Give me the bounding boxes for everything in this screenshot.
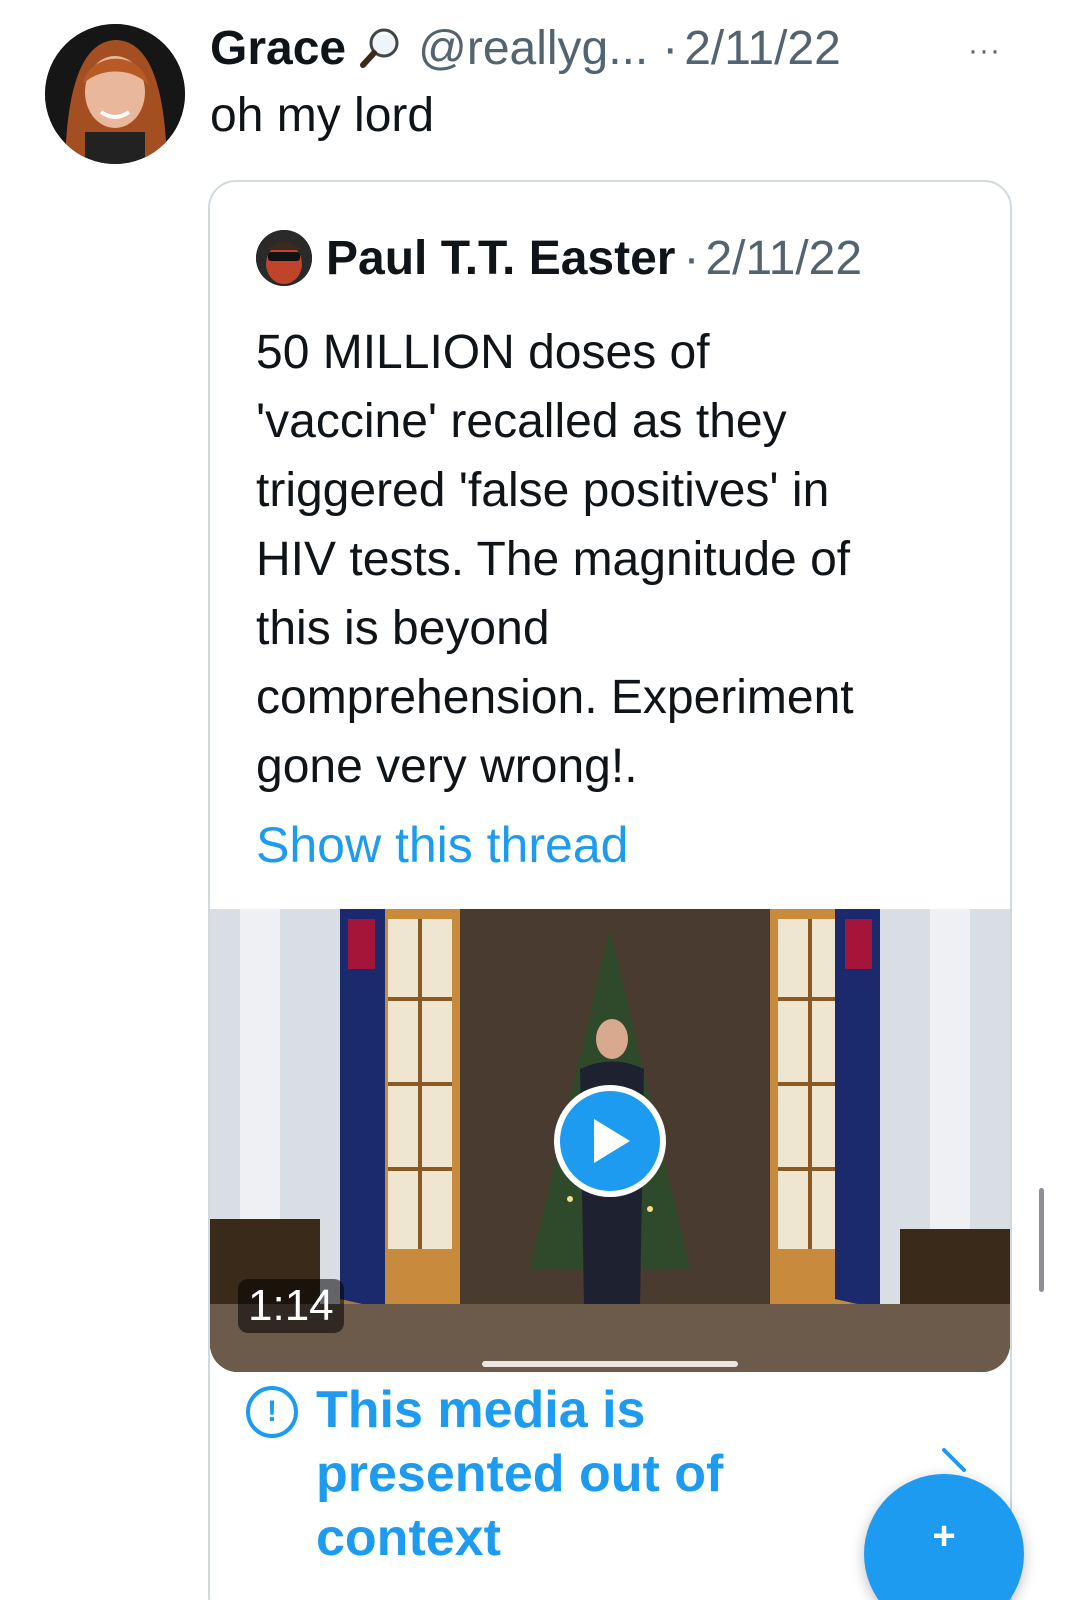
context-note-line: presented out of — [316, 1445, 724, 1503]
quoted-text-line: comprehension. Experiment — [256, 671, 854, 724]
scroll-indicator[interactable] — [1039, 1188, 1044, 1292]
more-options-icon[interactable]: ··· — [968, 34, 1001, 68]
quoted-tweet-card[interactable]: Paul T.T. Easter · 2/11/22 50 MILLION do… — [208, 180, 1012, 1600]
context-note-text: This media is presented out of context — [316, 1378, 836, 1570]
show-thread-link[interactable]: Show this thread — [256, 816, 628, 874]
quoted-tweet-header: Paul T.T. Easter · 2/11/22 — [256, 230, 862, 286]
video-progress-bar — [482, 1361, 738, 1367]
quoted-tweet-text: 50 MILLION doses of 'vaccine' recalled a… — [256, 318, 986, 801]
quoted-author-avatar — [256, 230, 312, 286]
video-player[interactable]: 1:14 — [210, 909, 1010, 1372]
tweet-header: Grace @reallyg... · 2/11/22 — [210, 18, 841, 78]
quoted-text-line: triggered 'false positives' in — [256, 464, 830, 517]
separator-dot: · — [662, 21, 679, 75]
quoted-text-line: 'vaccine' recalled as they — [256, 395, 787, 448]
quoted-text-line: HIV tests. The magnitude of — [256, 533, 851, 586]
context-note-line: This media is — [316, 1381, 646, 1439]
author-display-name[interactable]: Grace — [210, 21, 346, 76]
tweet-text: oh my lord — [210, 89, 435, 142]
context-note-line: context — [316, 1509, 501, 1567]
play-icon — [594, 1119, 630, 1163]
video-duration: 1:14 — [238, 1279, 344, 1333]
tweet-date[interactable]: 2/11/22 — [684, 21, 841, 76]
out-of-context-notice[interactable]: ! This media is presented out of context — [246, 1378, 836, 1570]
feather-plus-icon: + — [932, 1514, 956, 1558]
author-handle[interactable]: @reallyg... — [418, 21, 648, 76]
quoted-text-line: 50 MILLION doses of — [256, 326, 710, 379]
quoted-text-line: this is beyond — [256, 602, 550, 655]
quoted-author-name: Paul T.T. Easter — [326, 231, 676, 285]
magnifier-emoji-icon — [358, 26, 402, 70]
tweet-detail-view: Grace @reallyg... · 2/11/22 ··· oh my lo… — [0, 0, 1078, 1600]
exclamation-circle-icon: ! — [246, 1386, 298, 1438]
quoted-tweet-date: 2/11/22 — [705, 231, 863, 285]
author-avatar[interactable] — [45, 24, 185, 164]
play-button[interactable] — [554, 1085, 666, 1197]
quoted-separator-dot: · — [683, 231, 700, 285]
quoted-text-line: gone very wrong!. — [256, 740, 638, 793]
